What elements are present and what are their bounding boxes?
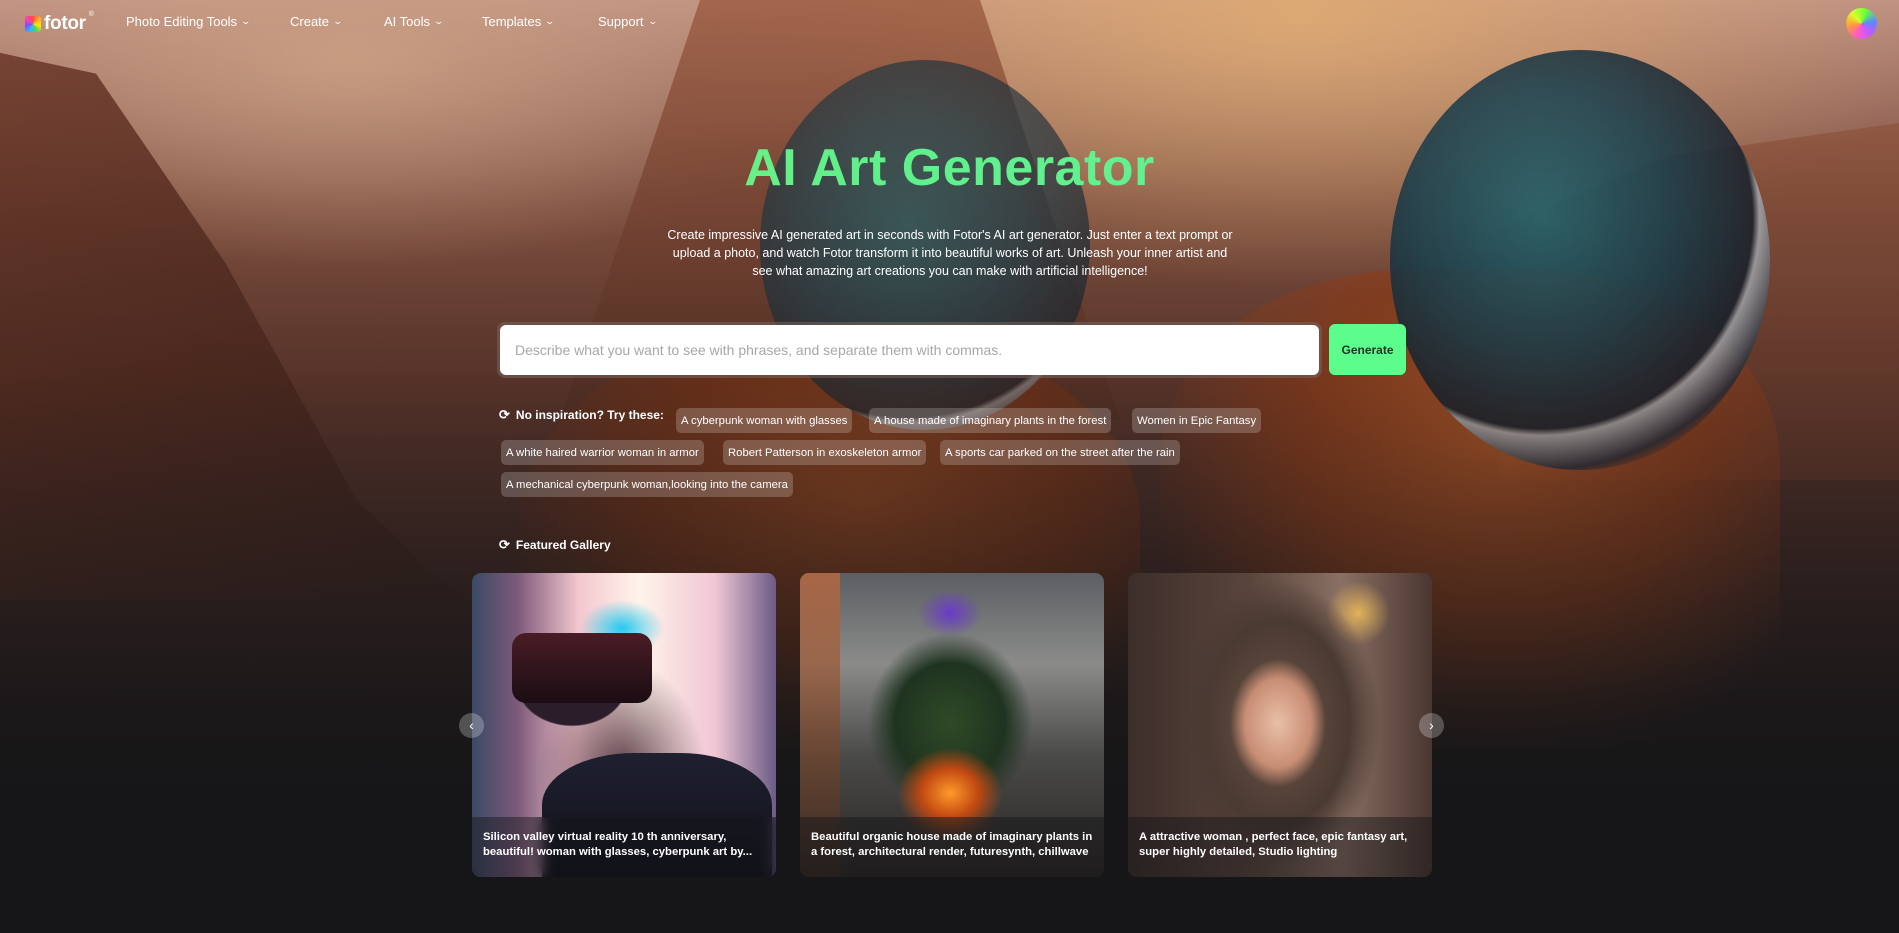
nav-item-label: AI Tools bbox=[384, 14, 431, 29]
chevron-down-icon: ⌄ bbox=[240, 16, 252, 26]
nav-ai-tools[interactable]: AI Tools ⌄ bbox=[384, 14, 445, 29]
inspiration-label-text: No inspiration? Try these: bbox=[515, 408, 664, 422]
nav-item-label: Photo Editing Tools bbox=[126, 14, 238, 29]
carousel-next-button[interactable]: › bbox=[1419, 713, 1444, 738]
chevron-down-icon: ⌄ bbox=[433, 16, 445, 26]
gallery-card[interactable]: A attractive woman , perfect face, epic … bbox=[1128, 573, 1432, 877]
generate-button[interactable]: Generate bbox=[1329, 324, 1406, 375]
carousel-prev-button[interactable]: ‹ bbox=[459, 713, 484, 738]
refresh-icon[interactable]: ⟳ bbox=[499, 537, 510, 553]
nav-templates[interactable]: Templates ⌄ bbox=[482, 14, 556, 29]
chevron-down-icon: ⌄ bbox=[332, 16, 344, 26]
nav-item-label: Templates bbox=[482, 14, 542, 29]
gallery-card-caption: Silicon valley virtual reality 10 th ann… bbox=[472, 817, 776, 877]
prompt-input-wrapper bbox=[497, 322, 1322, 378]
chevron-down-icon: ⌄ bbox=[544, 16, 556, 26]
nav-create[interactable]: Create ⌄ bbox=[290, 14, 344, 29]
registered-mark: ® bbox=[88, 11, 94, 18]
gallery-card-caption: Beautiful organic house made of imaginar… bbox=[800, 817, 1104, 877]
gallery-card[interactable]: Beautiful organic house made of imaginar… bbox=[800, 573, 1104, 877]
page-title: AI Art Generator bbox=[0, 138, 1899, 198]
inspiration-label: ⟳ No inspiration? Try these: bbox=[499, 407, 664, 423]
prompt-suggestion-chip[interactable]: A mechanical cyberpunk woman,looking int… bbox=[501, 472, 793, 497]
prompt-input[interactable] bbox=[500, 325, 1319, 375]
prompt-suggestion-chip[interactable]: A white haired warrior woman in armor bbox=[501, 440, 704, 465]
nav-item-label: Create bbox=[290, 14, 330, 29]
chevron-left-icon: ‹ bbox=[469, 717, 474, 733]
prompt-suggestion-chip[interactable]: Robert Patterson in exoskeleton armor bbox=[723, 440, 927, 465]
nav-photo-editing-tools[interactable]: Photo Editing Tools ⌄ bbox=[126, 14, 252, 29]
featured-gallery-label: ⟳ Featured Gallery bbox=[499, 537, 611, 553]
page-subtitle: Create impressive AI generated art in se… bbox=[667, 228, 1233, 278]
prompt-suggestion-chip[interactable]: A cyberpunk woman with glasses bbox=[676, 408, 853, 433]
prompt-suggestion-chip[interactable]: Women in Epic Fantasy bbox=[1132, 408, 1262, 433]
user-avatar[interactable] bbox=[1846, 8, 1877, 39]
prompt-suggestion-chip[interactable]: A sports car parked on the street after … bbox=[940, 440, 1180, 465]
nav-item-label: Support bbox=[598, 14, 644, 29]
gallery-card-caption: A attractive woman , perfect face, epic … bbox=[1128, 817, 1432, 877]
chevron-down-icon: ⌄ bbox=[647, 16, 658, 26]
nav-support[interactable]: Support ⌄ bbox=[598, 14, 658, 29]
gallery-card[interactable]: Silicon valley virtual reality 10 th ann… bbox=[472, 573, 776, 877]
fotor-logo[interactable]: fotor ® bbox=[25, 11, 94, 35]
logo-text: fotor bbox=[44, 13, 86, 34]
featured-gallery-label-text: Featured Gallery bbox=[515, 538, 611, 552]
fotor-logo-icon bbox=[25, 16, 41, 32]
top-navbar: fotor ® Photo Editing Tools ⌄ Create ⌄ A… bbox=[0, 0, 1899, 46]
chevron-right-icon: › bbox=[1429, 717, 1434, 733]
prompt-suggestion-chip[interactable]: A house made of imaginary plants in the … bbox=[869, 408, 1112, 433]
refresh-icon[interactable]: ⟳ bbox=[499, 407, 510, 423]
